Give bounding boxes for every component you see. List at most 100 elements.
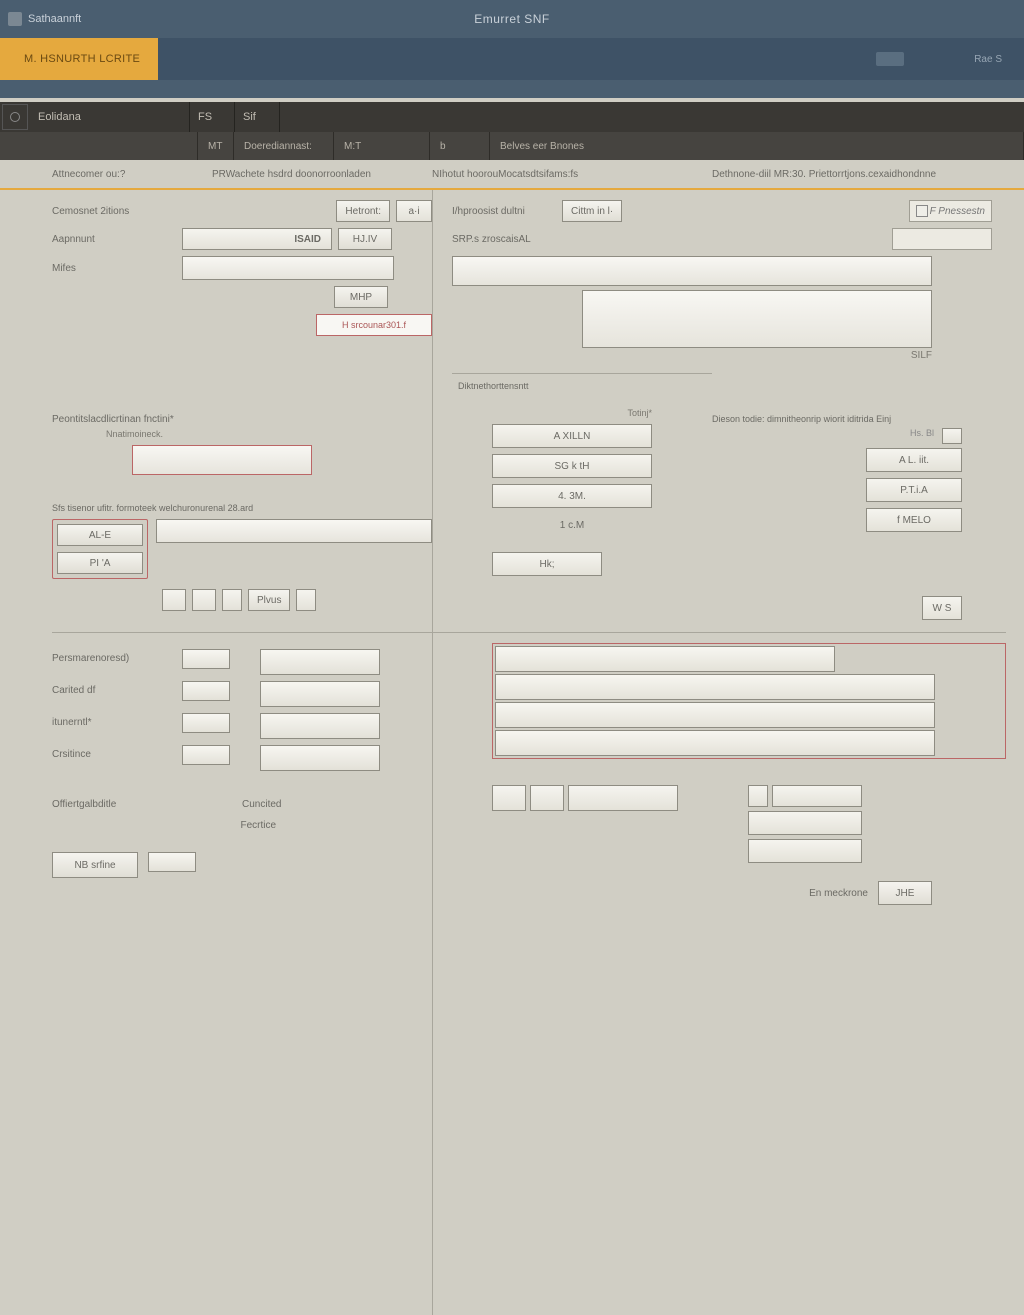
rb-m3[interactable] (748, 839, 862, 863)
label-amount: Aapnnunt (52, 234, 182, 245)
mini-1[interactable] (162, 589, 186, 611)
btn-hetront[interactable]: Hetront: (336, 200, 390, 222)
stk-2[interactable]: SG k tH (492, 454, 652, 478)
subnav-c1[interactable]: MT (198, 132, 234, 160)
textarea-big[interactable] (582, 290, 932, 348)
bot-b0[interactable] (260, 649, 380, 675)
mini-3[interactable] (222, 589, 242, 611)
warn-chip: H srcounar301.f (316, 314, 432, 336)
form-area: Cemosnet 2itions Hetront: a·i Aapnnunt I… (0, 190, 1024, 915)
bot-a0[interactable] (182, 649, 230, 669)
chip-rt2[interactable] (892, 228, 992, 250)
subnav-c5[interactable]: Belves eer Bnones (490, 132, 1024, 160)
subnav-spacer (0, 132, 198, 160)
stk-1[interactable]: A XILLN (492, 424, 652, 448)
nav-item-3[interactable]: Sif (235, 102, 280, 132)
btn-hjiv[interactable]: HJ.IV (338, 228, 392, 250)
btn-cittm[interactable]: Cittm in l· (562, 200, 622, 222)
bar-1[interactable] (495, 674, 935, 700)
app-icon (8, 12, 22, 26)
breadcrumb: Attnecomer ou:? PRWachete hsdrd doonorro… (0, 160, 1024, 190)
bot-b3[interactable] (260, 745, 380, 771)
mini-4[interactable] (296, 589, 316, 611)
chip-ai[interactable]: a·i (396, 200, 432, 222)
rb-a0[interactable] (492, 785, 526, 811)
stkR-2[interactable]: P.T.i.A (866, 478, 962, 502)
rb-a2[interactable] (568, 785, 678, 811)
section-sub-left: Nnatimoineck. (52, 429, 432, 439)
label-consent: Cemosnet 2itions (52, 206, 182, 217)
input-row-a[interactable] (156, 519, 432, 543)
btn-jhe[interactable]: JHE (878, 881, 932, 905)
ribbon-bar: M. HSNURTH LCRITE Rae S (0, 38, 1024, 80)
stkR-1[interactable]: A L. iit. (866, 448, 962, 472)
ribbon-right-text: Rae S (974, 54, 1002, 65)
rb-a1[interactable] (530, 785, 564, 811)
section-footnote: Sfs tisenor ufitr. formoteek welchuronur… (52, 503, 432, 513)
input-amount[interactable]: ISAID (182, 228, 332, 250)
app-name: Sathaannft (28, 13, 81, 25)
subnav-c4[interactable]: b (430, 132, 490, 160)
bar-3[interactable] (495, 730, 935, 756)
nav-item-2[interactable]: FS (190, 102, 235, 132)
rb-m1[interactable] (772, 785, 862, 807)
mini-r[interactable] (942, 428, 962, 444)
bot-b1[interactable] (260, 681, 380, 707)
crumb-1[interactable]: Attnecomer ou:? (52, 169, 212, 180)
nav-home-icon[interactable] (2, 104, 28, 130)
ribbon-thumb-icon[interactable] (876, 52, 904, 66)
active-tab[interactable]: M. HSNURTH LCRITE (6, 38, 158, 80)
input-redline[interactable] (132, 445, 312, 475)
stk-b[interactable]: Hk; (492, 552, 602, 576)
bot-lbl-5b: Cuncited (242, 795, 281, 810)
chip-pness[interactable]: F Pnessestn (909, 200, 992, 222)
vertical-divider (432, 190, 433, 1315)
stk-4: 1 c.M (492, 514, 652, 536)
bot-lbl-2: itunerntl* (52, 713, 182, 728)
bot-b2[interactable] (260, 713, 380, 739)
active-tab-label: M. HSNURTH LCRITE (24, 53, 140, 65)
stkR-3[interactable]: f MELO (866, 508, 962, 532)
bot-lbl-5: Offiertgalbditle (52, 795, 182, 810)
stackR2-title: Dieson todie: dimnitheonrip wiorit iditr… (712, 414, 962, 424)
rt-footer: SILF (911, 350, 932, 361)
nav-item-main[interactable]: Eolidana (30, 102, 190, 132)
bar-2[interactable] (495, 702, 935, 728)
btn-mhp[interactable]: MHP (334, 286, 388, 308)
fieldset-legend: Diktnethorttensntt (452, 381, 535, 391)
crumb-4[interactable]: Dethnone-diil MR:30. Priettorrtjons.cexa… (712, 169, 972, 180)
rb-m2[interactable] (748, 811, 862, 835)
bot-a3[interactable] (182, 745, 230, 765)
crumb-3[interactable]: NIhotut hoorouMocatsdtsifams:fs (432, 169, 712, 180)
bot-lbl-1: Carited df (52, 681, 182, 696)
btn-nb[interactable]: NB srfine (52, 852, 138, 878)
input-mifes[interactable] (182, 256, 394, 280)
bot-a2[interactable] (182, 713, 230, 733)
chip-ale[interactable]: AL-E (57, 524, 143, 546)
bot-a7[interactable] (148, 852, 196, 872)
bot-a1[interactable] (182, 681, 230, 701)
ribbon-gutter (0, 80, 1024, 98)
bot-lbl-3: Crsitince (52, 745, 182, 760)
bot-lbl-0: Persmarenoresd) (52, 649, 182, 664)
window-title: Emurret SNF (474, 12, 550, 26)
rb-m0[interactable] (748, 785, 768, 807)
crumb-2[interactable]: PRWachete hsdrd doonorroonladen (212, 169, 432, 180)
chip-ws[interactable]: W S (922, 596, 962, 620)
stk-3[interactable]: 4. 3M. (492, 484, 652, 508)
mini-2[interactable] (192, 589, 216, 611)
label-mifes: Mifes (52, 263, 182, 274)
sub-nav: MT Doerediannast: M:T b Belves eer Bnone… (0, 132, 1024, 160)
input-big-1[interactable] (452, 256, 932, 286)
title-bar: Sathaannft Emurret SNF (0, 0, 1024, 38)
bot-lbl-6: Fecrtice (240, 816, 276, 831)
chip-pia[interactable]: PI 'A (57, 552, 143, 574)
bot-b6[interactable] (312, 816, 432, 846)
nav-strip: Eolidana FS Sif (0, 102, 1024, 132)
subnav-c2[interactable]: Doerediannast: (234, 132, 334, 160)
bar-0[interactable] (495, 646, 835, 672)
label-rt2: SRP.s zroscaisAL (452, 234, 562, 245)
subnav-c3[interactable]: M:T (334, 132, 430, 160)
btn-plvus[interactable]: Plvus (248, 589, 290, 611)
checkbox-icon (916, 205, 928, 217)
